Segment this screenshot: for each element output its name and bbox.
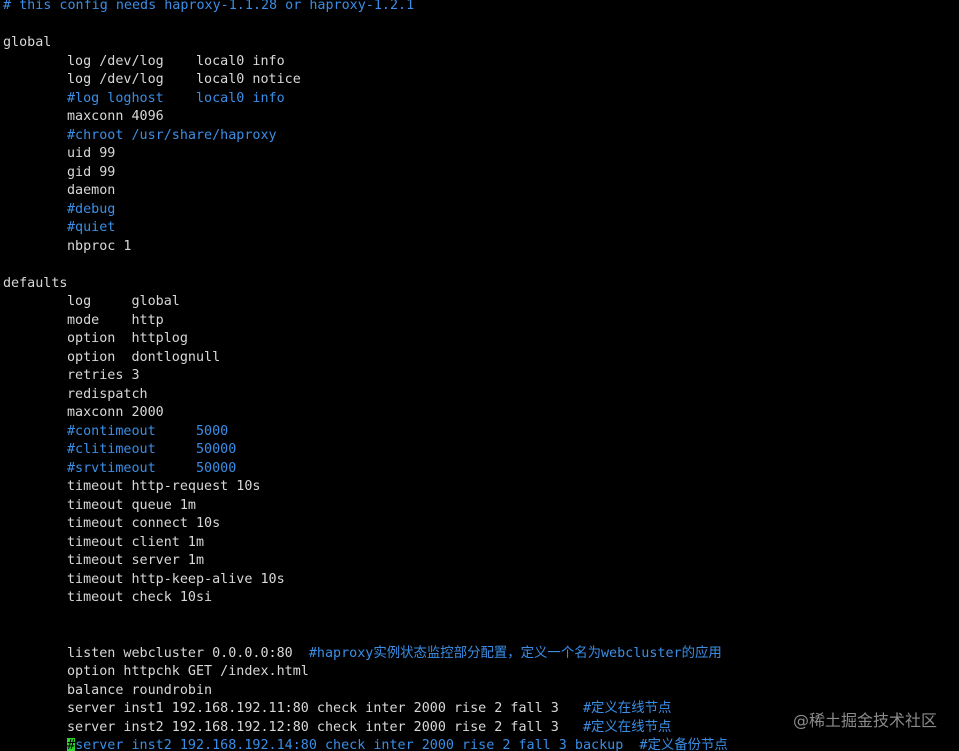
line-text: #debug <box>67 201 116 217</box>
line-text: option httplog <box>67 331 188 346</box>
line-text: daemon <box>67 183 116 198</box>
terminal-line: daemon <box>67 182 115 201</box>
line-text: gid 99 <box>67 164 116 180</box>
terminal-line: timeout queue 1m <box>67 497 196 516</box>
line-text: retries 3 <box>67 368 140 383</box>
line-text: timeout client 1m <box>67 534 205 550</box>
line-text: maxconn 4096 <box>67 109 164 124</box>
terminal-line: #chroot /usr/share/haproxy <box>67 127 277 146</box>
line-text: timeout http-keep-alive 10s <box>67 571 285 587</box>
line-text: log /dev/log local0 notice <box>67 72 301 87</box>
line-text: server inst2 192.168.192.14:80 check int… <box>75 738 728 751</box>
line-text: log /dev/log local0 info <box>67 53 285 69</box>
terminal-line: timeout client 1m <box>67 534 204 553</box>
terminal-line: #server inst2 192.168.192.14:80 check in… <box>67 737 728 751</box>
line-text: #srvtimeout 50000 <box>67 460 237 476</box>
inline-comment: #定义在线节点 <box>582 701 672 716</box>
line-text: mode http <box>67 312 164 328</box>
line-text: #contimeout 5000 <box>67 423 229 439</box>
terminal-line: #debug <box>67 201 115 220</box>
line-text: #chroot /usr/share/haproxy <box>67 127 277 143</box>
terminal-window[interactable]: # this config needs haproxy-1.1.28 or ha… <box>0 0 959 751</box>
terminal-line: maxconn 2000 <box>67 404 164 423</box>
line-text: #clitimeout 50000 <box>67 442 237 457</box>
line-text: maxconn 2000 <box>67 405 164 420</box>
terminal-line: server inst1 192.168.192.11:80 check int… <box>67 700 671 719</box>
watermark: @稀土掘金技术社区 <box>792 711 937 730</box>
line-text: global <box>3 35 52 50</box>
terminal-line: redispatch <box>67 386 148 405</box>
line-text: defaults <box>3 275 68 291</box>
line-text: timeout queue 1m <box>67 497 196 513</box>
terminal-line: option dontlognull <box>67 349 220 368</box>
line-text: log global <box>67 294 180 309</box>
terminal-line: mode http <box>67 312 164 331</box>
line-text: timeout server 1m <box>67 553 205 568</box>
inline-comment: #haproxy实例状态监控部分配置，定义一个名为webcluster的应用 <box>308 645 722 661</box>
terminal-line: #contimeout 5000 <box>67 423 228 442</box>
line-text: #log loghost local0 info <box>67 90 285 106</box>
terminal-line: nbproc 1 <box>67 238 132 257</box>
terminal-line: retries 3 <box>67 367 140 386</box>
terminal-line: #log loghost local0 info <box>67 90 285 109</box>
line-text: server inst2 192.168.192.12:80 check int… <box>67 719 583 735</box>
terminal-line: gid 99 <box>67 164 115 183</box>
line-text: balance roundrobin <box>67 682 213 698</box>
terminal-line: option httplog <box>67 330 188 349</box>
terminal-line: timeout connect 10s <box>67 515 220 534</box>
line-text: timeout check 10si <box>67 590 213 605</box>
text-cursor: # <box>67 738 76 751</box>
terminal-line: timeout check 10si <box>67 589 212 608</box>
line-text: redispatch <box>67 386 148 402</box>
terminal-line: maxconn 4096 <box>67 108 164 127</box>
terminal-line: log /dev/log local0 notice <box>67 71 301 90</box>
terminal-line: timeout server 1m <box>67 552 204 571</box>
terminal-line: log /dev/log local0 info <box>67 53 285 72</box>
terminal-line: log global <box>67 293 180 312</box>
terminal-line: defaults <box>3 275 68 294</box>
line-text: listen webcluster 0.0.0.0:80 <box>67 645 309 661</box>
terminal-line: timeout http-keep-alive 10s <box>67 571 285 590</box>
line-text: timeout http-request 10s <box>67 479 261 494</box>
terminal-line: balance roundrobin <box>67 682 212 701</box>
terminal-line: listen webcluster 0.0.0.0:80 #haproxy实例状… <box>67 645 722 664</box>
terminal-line: global <box>3 34 51 53</box>
line-text: timeout connect 10s <box>67 516 221 531</box>
line-text: server inst1 192.168.192.11:80 check int… <box>67 701 583 716</box>
terminal-line: #srvtimeout 50000 <box>67 460 236 479</box>
terminal-line: timeout http-request 10s <box>67 478 260 497</box>
terminal-line: #clitimeout 50000 <box>67 441 236 460</box>
terminal-line: #quiet <box>67 219 115 238</box>
line-text: #quiet <box>67 220 116 235</box>
line-text: option dontlognull <box>67 349 221 365</box>
terminal-line: # this config needs haproxy-1.1.28 or ha… <box>3 0 414 16</box>
line-text: nbproc 1 <box>67 238 132 254</box>
inline-comment: #定义在线节点 <box>582 719 672 735</box>
line-text: # this config needs haproxy-1.1.28 or ha… <box>3 0 415 13</box>
line-text: uid 99 <box>67 146 116 161</box>
terminal-line: uid 99 <box>67 145 115 164</box>
line-text: option httpchk GET /index.html <box>67 664 309 679</box>
terminal-line: option httpchk GET /index.html <box>67 663 309 682</box>
terminal-line: server inst2 192.168.192.12:80 check int… <box>67 719 671 738</box>
